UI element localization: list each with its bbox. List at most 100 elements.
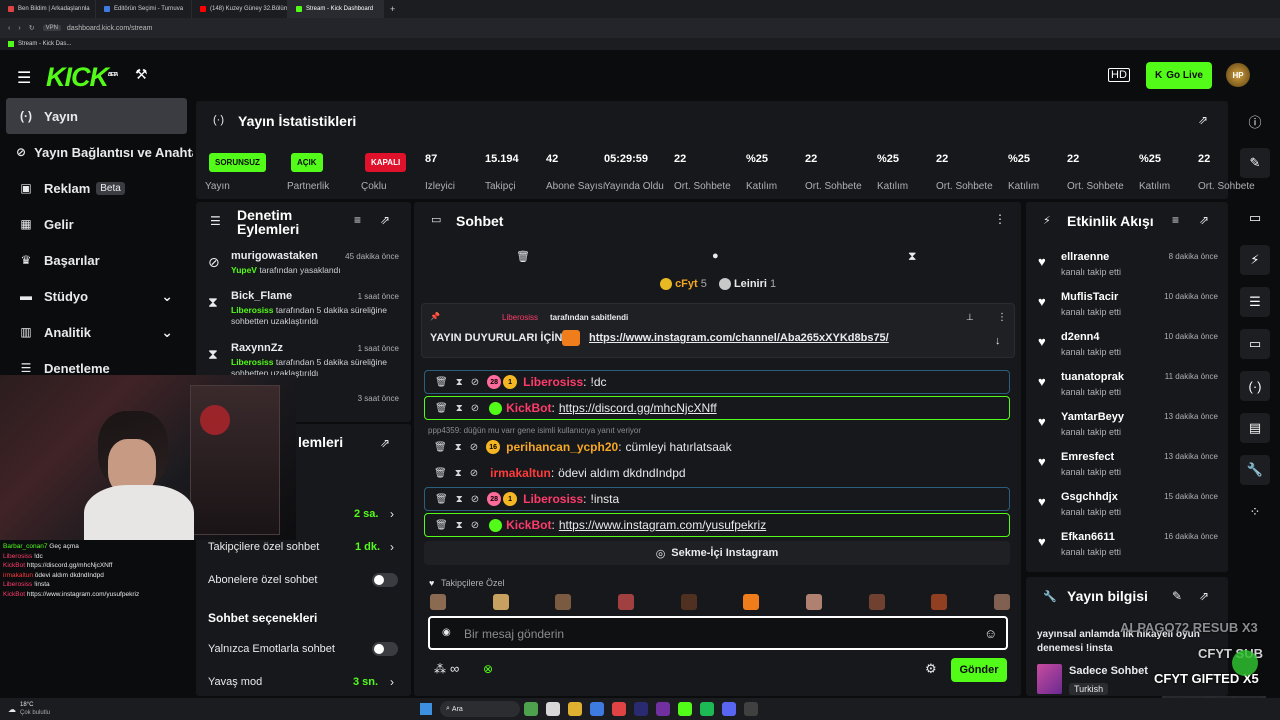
kick-emote-icon[interactable]: ⊗: [483, 662, 493, 676]
chevron-down-icon[interactable]: ⌄: [161, 288, 173, 305]
taskbar-app-icon[interactable]: [590, 702, 605, 716]
slow-mode-value[interactable]: 3 sn.: [353, 676, 378, 688]
delete-icon[interactable]: 🗑: [435, 520, 448, 531]
timeout-icon[interactable]: ⧗: [455, 468, 462, 479]
follower-avatar[interactable]: [680, 594, 697, 610]
broadcast-icon[interactable]: (·): [1240, 371, 1270, 401]
popout-icon[interactable]: ⇗: [1199, 589, 1209, 603]
lightning-icon[interactable]: ⚡: [1240, 245, 1270, 275]
reload-icon[interactable]: ↻: [29, 24, 35, 32]
event-item[interactable]: ♥ YamtarBeyy 13 dakika önce kanalı takip et…: [1036, 410, 1222, 446]
event-user[interactable]: d2enn4: [1061, 331, 1100, 343]
chat-bubble-icon[interactable]: ●: [712, 250, 719, 262]
timeout-icon[interactable]: ⧗: [456, 377, 463, 388]
emoji-icon[interactable]: ☺: [984, 626, 997, 641]
url-text[interactable]: dashboard.kick.com/stream: [67, 25, 153, 32]
windows-start-icon[interactable]: [420, 703, 433, 715]
event-item[interactable]: ♥ d2enn4 10 dakika önce kanalı takip etti: [1036, 330, 1222, 366]
filter-icon[interactable]: ≡: [354, 213, 361, 227]
moderation-user[interactable]: RaxynnZz: [231, 342, 283, 354]
moderation-actor[interactable]: Liberosiss: [231, 305, 274, 315]
hamburger-menu-icon[interactable]: ☰: [17, 68, 31, 88]
chat-message[interactable]: 🗑 ⧗ ⊘ KickBot: https://discord.gg/mhcNjcXNff: [424, 396, 1010, 420]
event-user[interactable]: tuanatoprak: [1061, 371, 1124, 383]
ban-icon[interactable]: ⊘: [471, 494, 479, 505]
event-item[interactable]: ♥ Efkan6611 16 dakika önce kanalı takip ett…: [1036, 530, 1222, 566]
delete-icon[interactable]: 🗑: [434, 468, 447, 479]
sidebar-item[interactable]: ▥ Analitik ⌄: [0, 314, 193, 350]
trash-icon[interactable]: 🗑: [516, 250, 530, 263]
popout-icon[interactable]: ⇗: [380, 213, 390, 227]
timeout-icon[interactable]: ⧗: [456, 403, 463, 414]
edit-icon[interactable]: ✎: [1172, 589, 1182, 603]
moderation-actor[interactable]: Liberosiss: [231, 357, 274, 367]
subs-only-toggle[interactable]: [372, 573, 398, 587]
sidebar-item[interactable]: ▬ Stüdyo ⌄: [0, 278, 193, 314]
pinned-link[interactable]: https://www.instagram.com/channel/Aba265…: [589, 332, 889, 344]
moderation-user[interactable]: Bick_Flame: [231, 290, 292, 302]
browser-tab[interactable]: Editörün Seçimi - Turnuva: [96, 0, 192, 18]
go-live-button[interactable]: K Go Live: [1146, 62, 1212, 89]
infinity-icon[interactable]: ∞: [450, 661, 459, 676]
chat-icon[interactable]: ▭: [1240, 329, 1270, 359]
avatar[interactable]: HP: [1226, 63, 1250, 87]
browser-tab[interactable]: (148) Kuzey Güney 32.Bölüm: [192, 0, 288, 18]
emote-only-toggle[interactable]: [372, 642, 398, 656]
timeout-icon[interactable]: ⧗: [455, 442, 462, 453]
ban-icon[interactable]: ⊘: [470, 468, 478, 479]
chevron-down-icon[interactable]: ⌄: [161, 324, 173, 341]
chat-message[interactable]: 🗑 ⧗ ⊘ 28 1 Liberosiss: !insta: [424, 487, 1010, 511]
taskbar-app-icon[interactable]: [634, 702, 649, 716]
ban-icon[interactable]: ⊘: [471, 403, 479, 414]
bookmark-item[interactable]: Stream - Kick Das...: [18, 41, 71, 47]
follower-avatar[interactable]: [931, 594, 948, 610]
kick-logo[interactable]: KICKBETA: [46, 62, 118, 93]
pencil-icon[interactable]: ✎: [1240, 148, 1270, 178]
chat-username[interactable]: irmakaltun: [490, 466, 551, 480]
category-name[interactable]: Sadece Sohbet: [1069, 665, 1148, 677]
pinned-message[interactable]: 📌 Liberosiss tarafından sabitlendi ⊥ ⋮ Y…: [421, 303, 1015, 358]
event-user[interactable]: YamtarBeyy: [1061, 411, 1124, 423]
back-icon[interactable]: ‹: [8, 25, 10, 32]
sidebar-item[interactable]: ▣ Reklam Beta: [0, 170, 193, 206]
chevron-right-icon[interactable]: ›: [390, 540, 394, 554]
send-button[interactable]: Gönder: [951, 658, 1007, 682]
follower-avatar[interactable]: [430, 594, 446, 610]
info-icon[interactable]: ⓘ: [1240, 106, 1270, 136]
event-user[interactable]: ellraenne: [1061, 251, 1109, 263]
event-user[interactable]: Emresfect: [1061, 451, 1114, 463]
follower-avatar[interactable]: [993, 594, 1010, 610]
event-item[interactable]: ♥ tuanatoprak 11 dakika önce kanalı takip e…: [1036, 370, 1222, 406]
follower-avatar[interactable]: [868, 594, 885, 610]
chevron-right-icon[interactable]: ›: [390, 675, 394, 689]
event-user[interactable]: Efkan6611: [1061, 531, 1115, 543]
taskbar-app-icon[interactable]: [744, 702, 759, 716]
filter-icon[interactable]: ≡: [1172, 213, 1179, 227]
moderation-user[interactable]: murigowastaken: [231, 250, 318, 262]
taskbar-app-icon[interactable]: [700, 702, 715, 716]
chat-username[interactable]: KickBot: [506, 401, 551, 415]
wrench-icon[interactable]: 🔧: [1240, 455, 1270, 485]
taskbar-app-icon[interactable]: [568, 702, 583, 716]
timeout-icon[interactable]: ⧗: [456, 520, 463, 531]
follower-avatar[interactable]: [617, 594, 634, 610]
ban-icon[interactable]: ⊘: [470, 442, 478, 453]
browser-tab[interactable]: Ben Bildim | Arkadaşlarınla: [0, 0, 96, 18]
language-tag[interactable]: Turkish: [1069, 683, 1109, 695]
event-item[interactable]: ♥ ellraenne 8 dakika önce kanalı takip etti: [1036, 250, 1222, 286]
hammer-icon[interactable]: ⚒: [135, 66, 148, 83]
taskbar-app-icon[interactable]: [612, 702, 627, 716]
emotes-icon[interactable]: ⁂: [434, 662, 446, 676]
event-item[interactable]: ♥ Gsgchhdjx 15 dakika önce kanalı takip ett…: [1036, 490, 1222, 526]
follower-avatar[interactable]: [743, 594, 760, 610]
chat-username[interactable]: Liberosiss: [523, 375, 583, 389]
chevron-right-icon[interactable]: ›: [390, 507, 394, 521]
chat-username[interactable]: Liberosiss: [523, 492, 583, 506]
address-bar[interactable]: ‹ › ↻ VPN dashboard.kick.com/stream: [0, 18, 1280, 38]
follower-avatar[interactable]: [555, 594, 572, 610]
chat-message[interactable]: 🗑 ⧗ ⊘ 16 perihancan_ycph20: cümleyi hatırlats…: [424, 435, 1010, 459]
sidebar-item[interactable]: ⊘ Yayın Bağlantısı ve Anahtar: [0, 134, 193, 170]
delete-icon[interactable]: 🗑: [435, 494, 448, 505]
document-icon[interactable]: ▤: [1240, 413, 1270, 443]
kebab-menu-icon[interactable]: ⋮: [994, 212, 1006, 226]
